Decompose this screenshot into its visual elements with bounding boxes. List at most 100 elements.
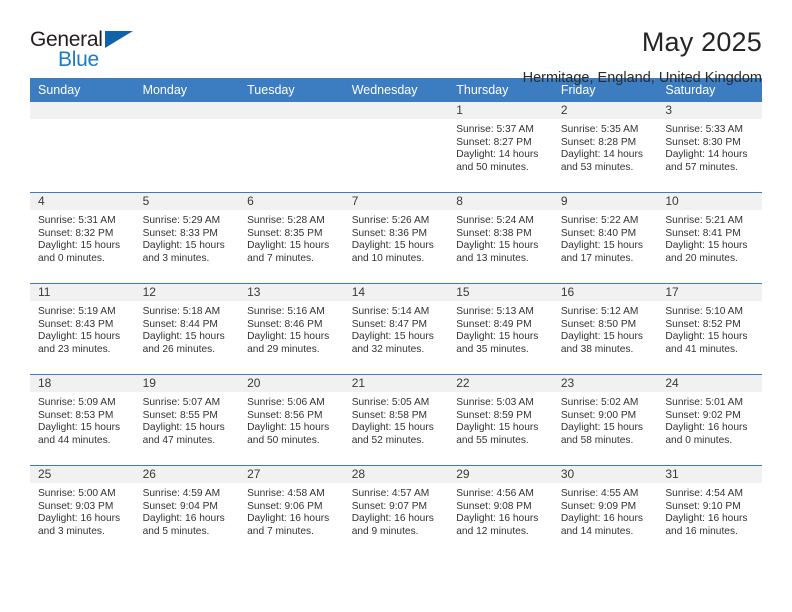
sunset-text: Sunset: 8:36 PM <box>351 227 428 239</box>
sunset-text: Sunset: 9:08 PM <box>456 500 532 512</box>
daylight-text: Daylight: 15 hours and 10 minutes. <box>351 240 434 264</box>
day-number: 10 <box>657 193 762 210</box>
day-number: 22 <box>448 375 553 392</box>
calendar-day-cell[interactable]: 19 Sunrise: 5:07 AM Sunset: 8:55 PM Dayligh… <box>134 374 240 466</box>
day-number: 2 <box>552 102 658 119</box>
calendar-day-cell[interactable]: 1 Sunrise: 5:37 AM Sunset: 8:27 PM Daylight… <box>448 102 553 193</box>
sunrise-text: Sunrise: 4:57 AM <box>351 488 430 499</box>
daylight-text: Daylight: 14 hours and 57 minutes. <box>665 149 748 173</box>
day-details: Sunrise: 5:24 AM Sunset: 8:38 PM Daylight:… <box>448 210 553 265</box>
calendar-day-cell[interactable]: 31 Sunrise: 4:54 AM Sunset: 9:10 PM Dayligh… <box>657 465 762 556</box>
calendar-day-cell[interactable]: 4 Sunrise: 5:31 AM Sunset: 8:32 PM Daylight… <box>30 192 135 284</box>
sunrise-text: Sunrise: 5:13 AM <box>456 306 534 317</box>
calendar-day-cell[interactable]: 15 Sunrise: 5:13 AM Sunset: 8:49 PM Dayligh… <box>448 283 553 375</box>
day-details: Sunrise: 5:26 AM Sunset: 8:36 PM Daylight:… <box>344 210 449 265</box>
calendar-day-cell[interactable]: 23 Sunrise: 5:02 AM Sunset: 9:00 PM Dayligh… <box>552 374 658 466</box>
calendar-day-cell[interactable]: 24 Sunrise: 5:01 AM Sunset: 9:02 PM Dayligh… <box>657 374 762 466</box>
sunset-text: Sunset: 8:35 PM <box>247 227 323 239</box>
daylight-text: Daylight: 16 hours and 0 minutes. <box>665 422 748 446</box>
calendar-day-cell[interactable]: 13 Sunrise: 5:16 AM Sunset: 8:46 PM Dayligh… <box>239 283 344 375</box>
daylight-text: Daylight: 15 hours and 35 minutes. <box>456 331 539 355</box>
calendar-day-cell[interactable]: 20 Sunrise: 5:06 AM Sunset: 8:56 PM Dayligh… <box>239 374 344 466</box>
daylight-text: Daylight: 15 hours and 26 minutes. <box>142 331 225 355</box>
calendar-day-cell[interactable]: 2 Sunrise: 5:35 AM Sunset: 8:28 PM Daylight… <box>552 102 658 193</box>
sunrise-text: Sunrise: 5:29 AM <box>142 215 221 226</box>
calendar-day-cell[interactable]: 16 Sunrise: 5:12 AM Sunset: 8:50 PM Dayligh… <box>552 283 658 375</box>
day-number: 5 <box>134 193 240 210</box>
sunrise-text: Sunrise: 5:10 AM <box>665 306 743 317</box>
calendar-day-cell[interactable]: 30 Sunrise: 4:55 AM Sunset: 9:09 PM Dayligh… <box>552 465 658 556</box>
calendar-day-cell[interactable]: 10 Sunrise: 5:21 AM Sunset: 8:41 PM Dayligh… <box>657 192 762 284</box>
daylight-text: Daylight: 15 hours and 47 minutes. <box>142 422 225 446</box>
day-details: Sunrise: 4:59 AM Sunset: 9:04 PM Daylight:… <box>135 483 240 538</box>
day-number: 24 <box>657 375 762 392</box>
day-number: 14 <box>343 284 449 301</box>
calendar-day-cell[interactable]: 29 Sunrise: 4:56 AM Sunset: 9:08 PM Dayligh… <box>448 465 553 556</box>
day-details: Sunrise: 5:02 AM Sunset: 9:00 PM Daylight:… <box>553 392 658 447</box>
calendar-day-cell[interactable]: 22 Sunrise: 5:03 AM Sunset: 8:59 PM Dayligh… <box>448 374 553 466</box>
calendar-day-cell[interactable]: 18 Sunrise: 5:09 AM Sunset: 8:53 PM Dayligh… <box>30 374 135 466</box>
day-number: 11 <box>30 284 135 301</box>
sunrise-text: Sunrise: 5:05 AM <box>351 397 430 408</box>
calendar-body: 1 Sunrise: 5:37 AM Sunset: 8:27 PM Daylight… <box>30 102 762 556</box>
sunrise-text: Sunrise: 5:07 AM <box>142 397 221 408</box>
calendar-day-cell[interactable]: 17 Sunrise: 5:10 AM Sunset: 8:52 PM Dayligh… <box>657 283 762 375</box>
day-details: Sunrise: 5:07 AM Sunset: 8:55 PM Daylight:… <box>135 392 240 447</box>
daylight-text: Daylight: 15 hours and 58 minutes. <box>560 422 643 446</box>
calendar-day-cell[interactable]: 26 Sunrise: 4:59 AM Sunset: 9:04 PM Dayligh… <box>134 465 240 556</box>
calendar-day-cell[interactable]: 12 Sunrise: 5:18 AM Sunset: 8:44 PM Dayligh… <box>134 283 240 375</box>
sunset-text: Sunset: 8:28 PM <box>560 136 637 148</box>
calendar-week-row: 11 Sunrise: 5:19 AM Sunset: 8:43 PM Dayligh… <box>30 283 762 375</box>
sunset-text: Sunset: 8:56 PM <box>247 409 323 421</box>
day-details: Sunrise: 5:19 AM Sunset: 8:43 PM Daylight:… <box>30 301 135 356</box>
daylight-text: Daylight: 15 hours and 38 minutes. <box>560 331 643 355</box>
day-details: Sunrise: 5:35 AM Sunset: 8:28 PM Daylight:… <box>553 119 658 174</box>
calendar-week-row: 18 Sunrise: 5:09 AM Sunset: 8:53 PM Dayligh… <box>30 374 762 466</box>
day-details: Sunrise: 4:57 AM Sunset: 9:07 PM Daylight:… <box>344 483 449 538</box>
calendar-day-cell[interactable]: 3 Sunrise: 5:33 AM Sunset: 8:30 PM Daylight… <box>657 102 762 193</box>
calendar-day-cell[interactable]: 9 Sunrise: 5:22 AM Sunset: 8:40 PM Daylight… <box>552 192 658 284</box>
day-details: Sunrise: 5:05 AM Sunset: 8:58 PM Daylight:… <box>344 392 449 447</box>
sunrise-text: Sunrise: 5:02 AM <box>560 397 639 408</box>
day-details: Sunrise: 4:55 AM Sunset: 9:09 PM Daylight:… <box>553 483 658 538</box>
day-number: 21 <box>343 375 449 392</box>
calendar-day-cell[interactable]: 6 Sunrise: 5:28 AM Sunset: 8:35 PM Daylight… <box>239 192 344 284</box>
page-title: May 2025 <box>641 27 762 57</box>
sunset-text: Sunset: 8:50 PM <box>560 318 637 330</box>
daylight-text: Daylight: 16 hours and 7 minutes. <box>247 513 330 537</box>
title-block: May 2025 Hermitage, England, United King… <box>150 26 762 88</box>
daylight-text: Daylight: 15 hours and 55 minutes. <box>456 422 539 446</box>
calendar-day-cell[interactable]: 7 Sunrise: 5:26 AM Sunset: 8:36 PM Daylight… <box>343 192 449 284</box>
daylight-text: Daylight: 15 hours and 20 minutes. <box>665 240 748 264</box>
day-details: Sunrise: 5:09 AM Sunset: 8:53 PM Daylight:… <box>30 392 135 447</box>
sunrise-text: Sunrise: 4:58 AM <box>247 488 325 499</box>
brand-triangle-icon <box>105 31 133 48</box>
calendar-day-cell[interactable]: 27 Sunrise: 4:58 AM Sunset: 9:06 PM Dayligh… <box>239 465 344 556</box>
brand-logo[interactable]: General Blue <box>30 26 150 78</box>
day-details: Sunrise: 5:28 AM Sunset: 8:35 PM Daylight:… <box>239 210 344 265</box>
calendar-day-cell[interactable]: 21 Sunrise: 5:05 AM Sunset: 8:58 PM Dayligh… <box>343 374 449 466</box>
sunset-text: Sunset: 8:47 PM <box>351 318 428 330</box>
sunrise-sunset-calendar: Sunday Monday Tuesday Wednesday Thursday… <box>30 78 762 556</box>
calendar-day-cell[interactable]: 5 Sunrise: 5:29 AM Sunset: 8:33 PM Daylight… <box>134 192 240 284</box>
daylight-text: Daylight: 15 hours and 32 minutes. <box>351 331 434 355</box>
daylight-text: Daylight: 16 hours and 16 minutes. <box>665 513 748 537</box>
sunset-text: Sunset: 9:03 PM <box>38 500 114 512</box>
calendar-day-cell[interactable]: 14 Sunrise: 5:14 AM Sunset: 8:47 PM Dayligh… <box>343 283 449 375</box>
day-number: 12 <box>134 284 240 301</box>
calendar-day-cell[interactable]: 11 Sunrise: 5:19 AM Sunset: 8:43 PM Dayligh… <box>30 283 135 375</box>
sunset-text: Sunset: 8:32 PM <box>38 227 114 239</box>
sunrise-text: Sunrise: 5:22 AM <box>560 215 639 226</box>
daylight-text: Daylight: 16 hours and 3 minutes. <box>38 513 121 537</box>
daylight-text: Daylight: 16 hours and 14 minutes. <box>560 513 643 537</box>
day-number: 31 <box>657 466 762 483</box>
day-number: 17 <box>657 284 762 301</box>
day-number: 9 <box>552 193 658 210</box>
calendar-day-cell[interactable]: 8 Sunrise: 5:24 AM Sunset: 8:38 PM Daylight… <box>448 192 553 284</box>
day-number: 25 <box>30 466 135 483</box>
day-details: Sunrise: 5:01 AM Sunset: 9:02 PM Daylight:… <box>657 392 762 447</box>
day-details: Sunrise: 5:16 AM Sunset: 8:46 PM Daylight:… <box>239 301 344 356</box>
calendar-day-cell[interactable]: 28 Sunrise: 4:57 AM Sunset: 9:07 PM Dayligh… <box>343 465 449 556</box>
daylight-text: Daylight: 15 hours and 50 minutes. <box>247 422 330 446</box>
calendar-day-cell[interactable]: 25 Sunrise: 5:00 AM Sunset: 9:03 PM Dayligh… <box>30 465 135 556</box>
